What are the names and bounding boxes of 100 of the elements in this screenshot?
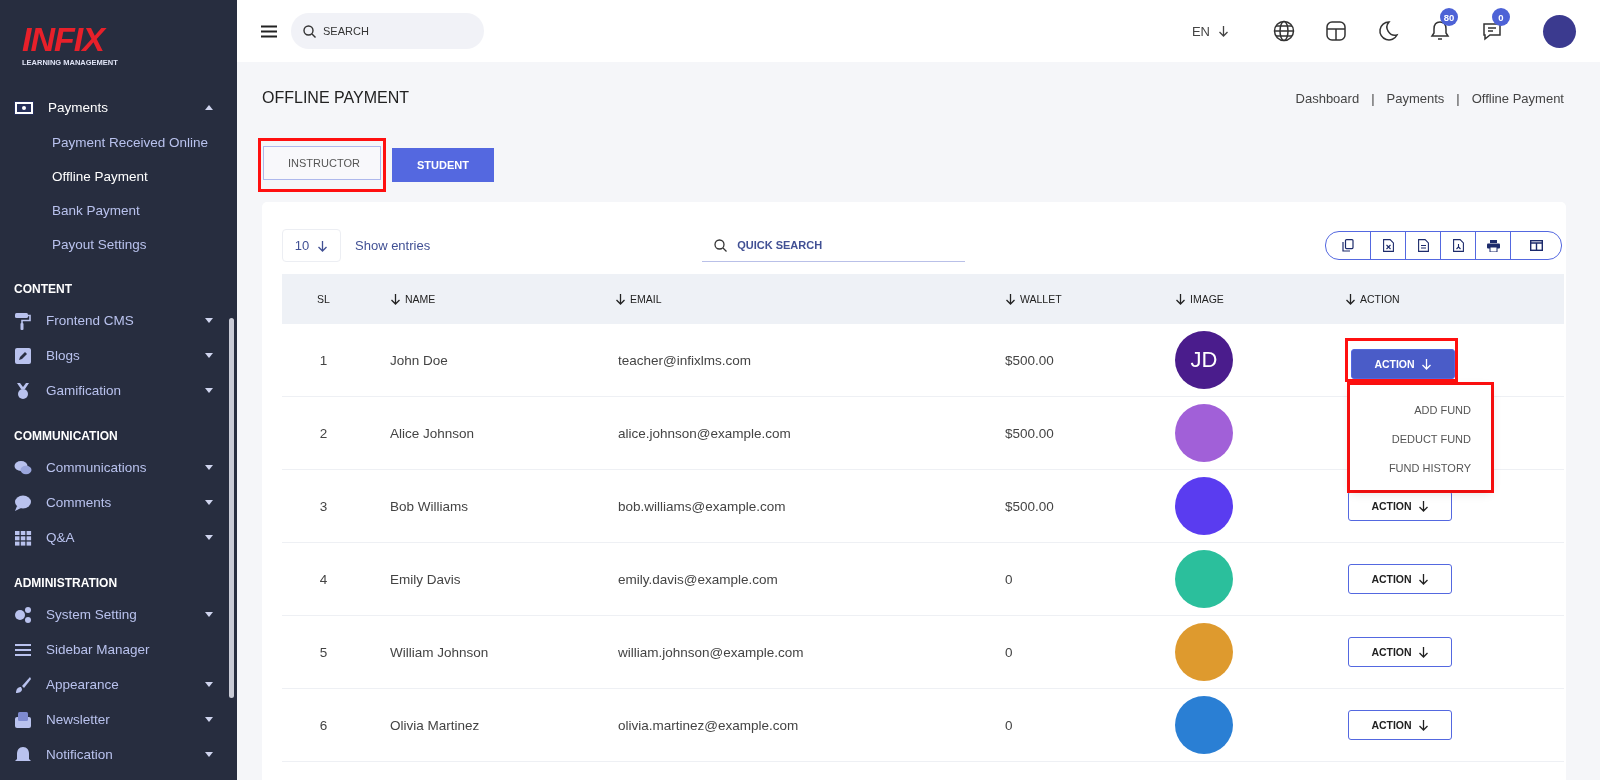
- language-selector[interactable]: EN: [1191, 23, 1229, 39]
- table-cell: bob.williams@example.com: [605, 470, 995, 543]
- breadcrumb-link[interactable]: Payments: [1386, 90, 1445, 106]
- column-header[interactable]: ACTION: [1335, 274, 1564, 324]
- bell-icon: [14, 745, 32, 764]
- speech-bubble-icon: [14, 493, 32, 512]
- table-cell: 5: [282, 616, 365, 689]
- breadcrumb-separator: |: [1456, 90, 1460, 106]
- table-cell: Olivia Martinez: [365, 689, 605, 762]
- grid-icon: [14, 528, 32, 547]
- caret-icon: [205, 353, 213, 358]
- breadcrumb-link[interactable]: Offline Payment: [1471, 90, 1564, 106]
- caret-icon: [205, 752, 213, 757]
- menu-item[interactable]: FUND HISTORY: [1350, 453, 1491, 482]
- table-cell: 0: [995, 543, 1165, 616]
- arrow-down-icon: [1417, 719, 1429, 731]
- table-cell: 6: [282, 689, 365, 762]
- sidebar-item[interactable]: Appearance: [0, 667, 237, 702]
- sidebar-item[interactable]: Communications: [0, 450, 237, 485]
- moon-icon[interactable]: [1376, 19, 1400, 43]
- page-size-label: Show entries: [355, 238, 431, 253]
- document-icon: [1417, 239, 1429, 252]
- copy-icon: [1342, 239, 1354, 252]
- page-title: OFFLINE PAYMENT: [262, 89, 410, 107]
- message-badge: 0: [1492, 8, 1510, 26]
- tab[interactable]: INSTRUCTOR: [263, 146, 381, 180]
- sidebar-subitem[interactable]: Bank Payment: [0, 193, 237, 227]
- arrow-down-icon: [317, 239, 329, 252]
- notification-badge: 80: [1440, 8, 1458, 26]
- paint-roller-icon: [14, 311, 32, 330]
- sidebar-item[interactable]: Notification: [0, 737, 237, 772]
- sidebar-item[interactable]: Gamification: [0, 373, 237, 408]
- table-cell: william.johnson@example.com: [605, 616, 995, 689]
- sort-arrow-icon: [1175, 293, 1186, 305]
- sidebar-subitem[interactable]: Offline Payment: [0, 159, 237, 193]
- sidebar-item[interactable]: Comments: [0, 485, 237, 520]
- action-dropdown-button[interactable]: ACTION: [1348, 564, 1452, 594]
- table-cell: 0: [995, 689, 1165, 762]
- user-avatar[interactable]: [1543, 14, 1576, 48]
- sort-arrow-icon: [390, 293, 401, 305]
- excel-file-icon: [1382, 239, 1394, 252]
- menu-item[interactable]: DEDUCT FUND: [1350, 424, 1491, 453]
- sidebar-item[interactable]: Newsletter: [0, 702, 237, 737]
- initials-avatar: JD: [1175, 331, 1233, 389]
- search-icon: [303, 25, 316, 38]
- table-cell: alice.johnson@example.com: [605, 397, 995, 470]
- banknote-icon: [14, 100, 34, 115]
- column-header: SL: [282, 274, 365, 324]
- sidebar-item[interactable]: Sidebar Manager: [0, 632, 237, 667]
- sidebar-item[interactable]: Q&A: [0, 520, 237, 555]
- action-dropdown-button[interactable]: ACTION: [1351, 349, 1455, 379]
- arrow-down-icon: [1417, 646, 1429, 658]
- caret-icon: [205, 612, 213, 617]
- table-cell: 4: [282, 543, 365, 616]
- column-header[interactable]: WALLET: [995, 274, 1165, 324]
- action-dropdown-button[interactable]: ACTION: [1348, 491, 1452, 521]
- chat-bubbles-icon: [14, 458, 32, 477]
- breadcrumb-link[interactable]: Dashboard: [1295, 90, 1360, 106]
- pdf-file-icon: [1452, 239, 1464, 252]
- column-header[interactable]: IMAGE: [1165, 274, 1335, 324]
- caret-icon: [205, 388, 213, 393]
- table-cell: Alice Johnson: [365, 397, 605, 470]
- caret-icon: [205, 500, 213, 505]
- sidebar-item[interactable]: Frontend CMS: [0, 303, 237, 338]
- scrollbar[interactable]: [229, 318, 234, 698]
- table-cell: 0: [995, 616, 1165, 689]
- caret-icon: [205, 682, 213, 687]
- bell-icon[interactable]: [1428, 19, 1452, 43]
- table-cell: $500.00: [995, 470, 1165, 543]
- action-dropdown-button[interactable]: ACTION: [1348, 710, 1452, 740]
- caret-icon: [205, 105, 213, 110]
- arrow-down-icon: [1420, 358, 1432, 370]
- column-header[interactable]: NAME: [365, 274, 605, 324]
- search-icon: [714, 239, 728, 252]
- sort-arrow-icon: [1345, 293, 1356, 305]
- sidebar-item[interactable]: Blogs: [0, 338, 237, 373]
- table-cell: 3: [282, 470, 365, 543]
- sidebar-heading: COMMUNICATION: [13, 428, 119, 445]
- globe-icon[interactable]: [1272, 19, 1296, 43]
- sort-arrow-icon: [1005, 293, 1016, 305]
- menu-icon[interactable]: [261, 24, 277, 38]
- layout-icon[interactable]: [1324, 19, 1348, 43]
- columns-icon: [1529, 240, 1543, 251]
- column-header[interactable]: EMAIL: [605, 274, 995, 324]
- search-field[interactable]: SEARCH: [291, 13, 484, 49]
- caret-icon: [205, 318, 213, 323]
- sidebar-heading: ADMINISTRATION: [13, 575, 119, 592]
- table-cell: Emily Davis: [365, 543, 605, 616]
- table-cell: olivia.martinez@example.com: [605, 689, 995, 762]
- tab[interactable]: STUDENT: [392, 148, 494, 182]
- arrow-down-icon: [1218, 25, 1229, 37]
- sidebar-subitem[interactable]: Payment Received Online: [0, 125, 237, 159]
- gears-icon: [14, 605, 32, 624]
- menu-item[interactable]: ADD FUND: [1350, 395, 1491, 424]
- sidebar-subitem[interactable]: Payout Settings: [0, 227, 237, 261]
- table-cell: emily.davis@example.com: [605, 543, 995, 616]
- page-size-select[interactable]: 10: [282, 229, 341, 262]
- sidebar-item[interactable]: Payments: [0, 90, 237, 125]
- action-dropdown-button[interactable]: ACTION: [1348, 637, 1452, 667]
- sidebar-item[interactable]: System Setting: [0, 597, 237, 632]
